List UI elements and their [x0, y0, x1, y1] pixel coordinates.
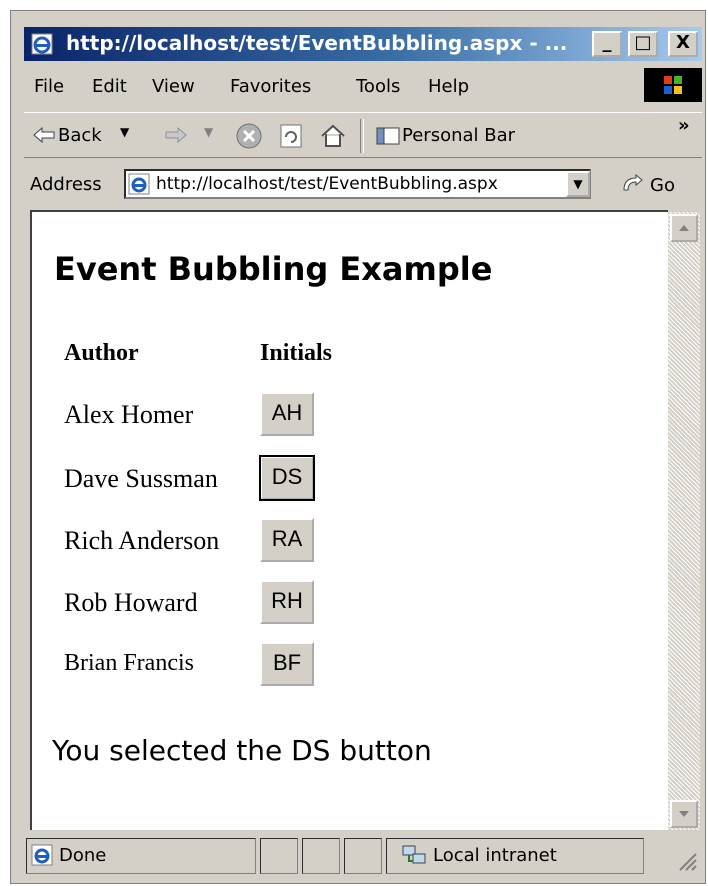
stop-icon[interactable]	[234, 121, 264, 155]
title-bar[interactable]: http://localhost/test/EventBubbling.aspx…	[24, 27, 702, 61]
status-text: Done	[59, 845, 107, 866]
menu-edit[interactable]: Edit	[92, 76, 127, 97]
ie-page-icon	[31, 844, 53, 870]
menu-bar: File Edit View Favorites Tools Help	[24, 66, 702, 106]
author-name: Brian Francis	[64, 650, 194, 676]
status-cell	[260, 838, 298, 874]
menu-help[interactable]: Help	[428, 76, 469, 97]
back-arrow-icon	[32, 125, 56, 149]
selection-message: You selected the DS button	[52, 734, 432, 767]
initials-button-ds[interactable]: DS	[259, 455, 315, 501]
status-cell	[344, 838, 382, 874]
address-label: Address	[30, 174, 102, 195]
scroll-down-button[interactable]	[670, 800, 698, 828]
go-label: Go	[650, 175, 675, 196]
address-input[interactable]: http://localhost/test/EventBubbling.aspx	[124, 169, 591, 199]
menu-tools[interactable]: Tools	[356, 76, 400, 97]
back-dropdown-icon[interactable]: ▼	[120, 125, 129, 139]
initials-button-ah[interactable]: AH	[260, 392, 314, 436]
author-name: Alex Homer	[64, 400, 194, 429]
menu-file[interactable]: File	[34, 76, 64, 97]
personal-bar-label: Personal Bar	[402, 125, 516, 146]
status-main-cell: Done	[26, 838, 256, 874]
ie-page-icon	[30, 32, 56, 56]
address-url: http://localhost/test/EventBubbling.aspx	[156, 174, 498, 194]
minimize-button[interactable]: _	[592, 31, 622, 57]
author-name: Rob Howard	[64, 588, 198, 617]
go-button[interactable]: Go	[618, 168, 698, 202]
back-label: Back	[58, 125, 102, 146]
refresh-icon[interactable]	[276, 121, 306, 155]
home-icon[interactable]	[318, 121, 348, 155]
author-name: Rich Anderson	[64, 526, 220, 555]
status-bar: Done Local intranet	[24, 834, 702, 878]
scroll-up-button[interactable]	[670, 214, 698, 242]
status-zone-cell: Local intranet	[386, 838, 644, 874]
vertical-scrollbar[interactable]	[668, 212, 700, 830]
window-title: http://localhost/test/EventBubbling.aspx…	[66, 31, 568, 55]
maximize-button[interactable]: □	[628, 31, 658, 57]
toolbar-overflow-chevron[interactable]: »	[678, 115, 690, 136]
forward-arrow-icon[interactable]	[162, 125, 190, 149]
local-intranet-icon	[401, 843, 427, 871]
menu-view[interactable]: View	[152, 76, 195, 97]
close-button[interactable]: X	[668, 31, 698, 57]
initials-button-bf[interactable]: BF	[260, 642, 314, 686]
author-name: Dave Sussman	[64, 464, 218, 493]
status-cell	[302, 838, 340, 874]
page-content: Event Bubbling Example Author Initials A…	[30, 210, 668, 830]
address-dropdown-button[interactable]: ▼	[566, 171, 590, 197]
personal-bar-icon	[376, 127, 400, 149]
go-arrow-icon	[620, 173, 644, 200]
resize-grip-icon[interactable]	[674, 848, 698, 876]
personal-bar-button[interactable]: Personal Bar	[372, 119, 562, 151]
windows-logo-icon	[644, 68, 702, 102]
page-heading: Event Bubbling Example	[54, 250, 493, 288]
column-header-author: Author	[64, 340, 139, 366]
ie-page-icon	[128, 173, 150, 199]
initials-button-ra[interactable]: RA	[260, 518, 314, 562]
standard-toolbar: Back ▼ ▼ Personal Bar »	[24, 112, 702, 158]
menu-favorites[interactable]: Favorites	[230, 76, 311, 97]
address-bar: Address http://localhost/test/EventBubbl…	[24, 162, 702, 208]
toolbar-separator	[360, 119, 364, 153]
forward-dropdown-icon[interactable]: ▼	[204, 125, 213, 139]
column-header-initials: Initials	[260, 340, 333, 366]
initials-button-rh[interactable]: RH	[260, 580, 314, 624]
security-zone-label: Local intranet	[433, 845, 557, 866]
back-button[interactable]: Back ▼	[30, 119, 160, 151]
